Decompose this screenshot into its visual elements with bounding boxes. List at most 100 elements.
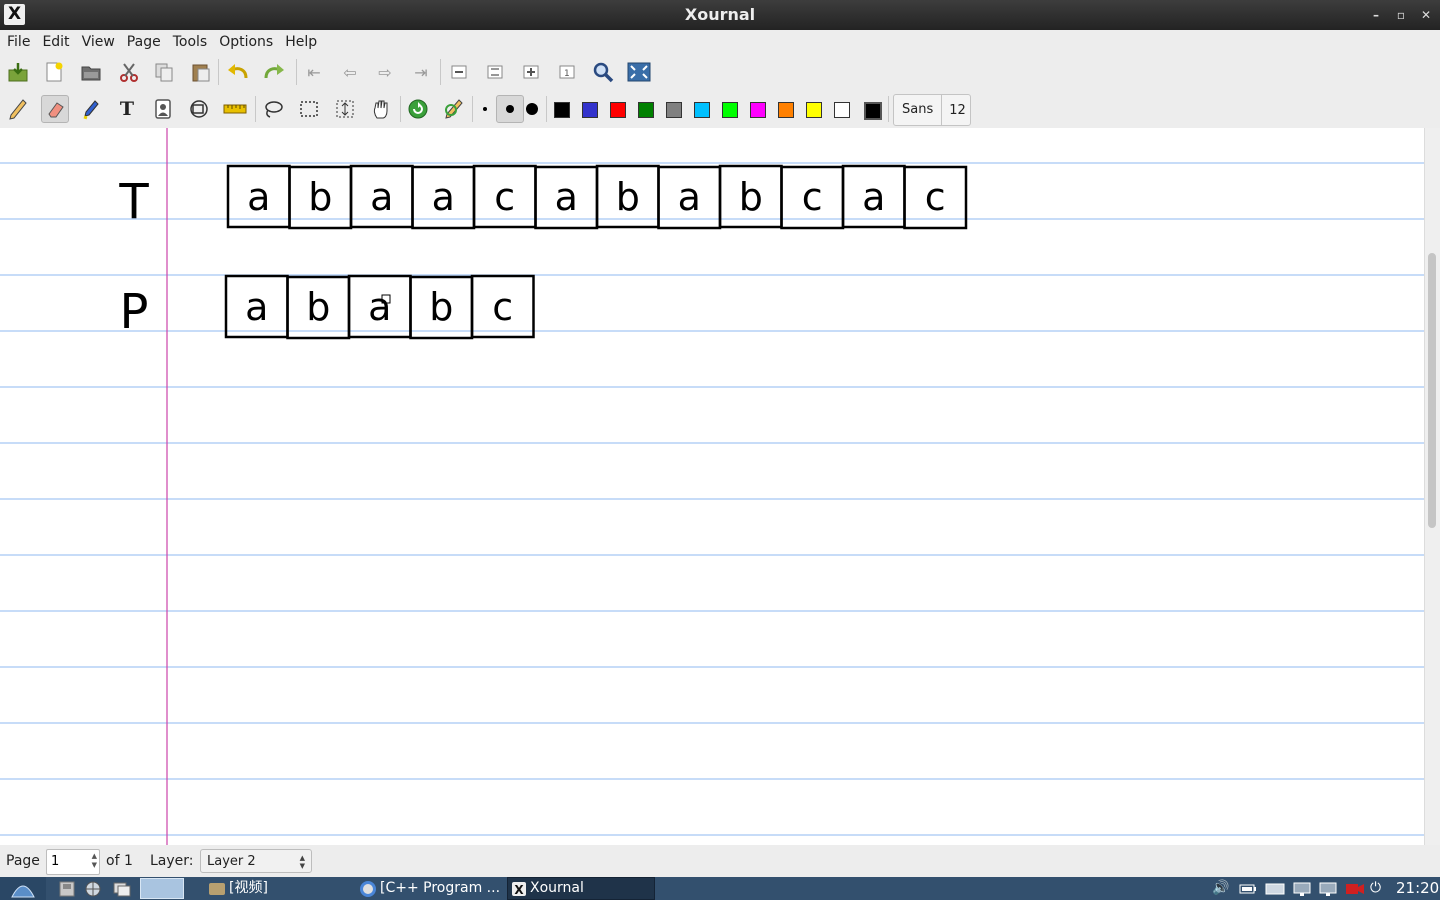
minimize-icon[interactable]: –	[1366, 0, 1386, 30]
undo-button[interactable]	[224, 58, 252, 86]
network-icon[interactable]	[1292, 877, 1312, 900]
vertical-space-tool[interactable]	[331, 95, 359, 123]
page-drawing[interactable]: Ta b a a c a b a b c a cP a b a b c	[0, 128, 1425, 845]
thin-dot-icon	[483, 107, 487, 111]
menu-options[interactable]: Options	[213, 30, 279, 54]
keyboard-icon[interactable]	[1265, 877, 1285, 900]
thickness-thick-button[interactable]	[518, 95, 546, 123]
thickness-thin-button[interactable]	[471, 95, 499, 123]
layer-select[interactable]: Layer 2 ▲ ▼	[200, 849, 312, 873]
dropdown-arrows-icon: ▲ ▼	[299, 854, 305, 870]
display-icon[interactable]	[1318, 877, 1338, 900]
menu-view[interactable]: View	[76, 30, 121, 54]
maximize-icon[interactable]: ▫	[1391, 0, 1411, 30]
launcher-file-manager[interactable]	[58, 877, 76, 900]
color-swatch-5[interactable]	[694, 102, 710, 118]
launcher-browser[interactable]	[84, 877, 102, 900]
canvas-area[interactable]: TabaacababcacPababc	[0, 128, 1440, 845]
color-swatch-3[interactable]	[638, 102, 654, 118]
highlighter-tool[interactable]	[77, 95, 105, 123]
zoom-fit-button[interactable]	[481, 58, 509, 86]
next-page-button[interactable]: ⇨	[371, 58, 399, 86]
array-cell-char: c	[492, 285, 513, 329]
image-tool[interactable]	[149, 95, 177, 123]
color-swatch-10[interactable]	[834, 102, 850, 118]
open-button[interactable]	[77, 58, 105, 86]
menu-page[interactable]: Page	[121, 30, 167, 54]
page-spinner[interactable]: ▲▼	[46, 849, 100, 875]
folder-icon	[209, 882, 225, 895]
scrollbar-thumb[interactable]	[1428, 253, 1436, 528]
toolbar-separator	[888, 96, 889, 122]
cut-button[interactable]	[115, 58, 143, 86]
shape-recognizer-tool[interactable]	[185, 95, 213, 123]
array-cell-char: b	[616, 175, 640, 219]
taskbar-item-folder[interactable]: [视频]	[205, 877, 349, 900]
record-icon[interactable]	[1345, 877, 1365, 900]
fullscreen-button[interactable]	[625, 58, 653, 86]
ruler-tool[interactable]	[221, 95, 249, 123]
start-menu-button[interactable]	[0, 877, 46, 900]
save-button[interactable]	[4, 58, 32, 86]
color-swatch-0[interactable]	[554, 102, 570, 118]
menu-edit[interactable]: Edit	[36, 30, 75, 54]
color-swatch-9[interactable]	[806, 102, 822, 118]
current-color-button[interactable]	[864, 102, 882, 120]
toolbar-separator	[440, 59, 441, 85]
copy-button[interactable]	[150, 58, 178, 86]
hand-tool[interactable]	[367, 95, 395, 123]
spinner-arrows-icon[interactable]: ▲ ▼	[92, 852, 97, 870]
toolbar-separator	[255, 96, 256, 122]
chrome-icon	[360, 880, 376, 897]
close-icon[interactable]: ✕	[1416, 0, 1436, 30]
open-folder-icon	[81, 66, 101, 81]
paste-button[interactable]	[187, 58, 215, 86]
taskbar-item-chrome[interactable]: [C++ Program ...	[356, 877, 508, 900]
font-selector[interactable]: Sans 12	[893, 94, 971, 126]
default-tool[interactable]	[404, 95, 432, 123]
note-page[interactable]: TabaacababcacPababc	[0, 128, 1425, 845]
zoom-out-button[interactable]	[445, 58, 473, 86]
zoom-normal-icon: 1	[559, 65, 575, 79]
color-swatch-1[interactable]	[582, 102, 598, 118]
color-swatch-8[interactable]	[778, 102, 794, 118]
menu-tools[interactable]: Tools	[167, 30, 214, 54]
menu-help[interactable]: Help	[279, 30, 323, 54]
eraser-tool[interactable]	[41, 95, 69, 123]
zoom-in-button[interactable]	[517, 58, 545, 86]
start-menu-icon	[11, 885, 35, 897]
volume-icon[interactable]: 🔊	[1212, 877, 1229, 900]
array-cell-char: b	[739, 175, 763, 219]
prev-page-button[interactable]: ⇦	[336, 58, 364, 86]
task-label: [视频]	[229, 880, 268, 896]
xournal-x-icon: X	[512, 881, 526, 897]
redo-button[interactable]	[260, 58, 288, 86]
battery-icon[interactable]	[1239, 877, 1257, 900]
color-swatch-7[interactable]	[750, 102, 766, 118]
pen-tool[interactable]	[4, 95, 32, 123]
array-cell-char: a	[555, 175, 578, 219]
zoom-set-button[interactable]	[589, 58, 617, 86]
vertical-scrollbar[interactable]	[1424, 128, 1440, 845]
default-pen[interactable]	[440, 95, 468, 123]
workspace-pager[interactable]	[140, 878, 184, 899]
launcher-desktop[interactable]	[112, 877, 132, 900]
power-icon[interactable]: ⏻	[1370, 877, 1381, 900]
color-swatch-2[interactable]	[610, 102, 626, 118]
taskbar-item-xournal[interactable]: X Xournal	[507, 877, 655, 900]
globe-icon	[85, 881, 101, 896]
color-swatch-4[interactable]	[666, 102, 682, 118]
select-rectangle-tool[interactable]	[295, 95, 323, 123]
last-page-button[interactable]: ⇥	[407, 58, 435, 86]
menu-file[interactable]: File	[1, 30, 36, 54]
paste-icon	[192, 64, 210, 82]
zoom-100-button[interactable]: 1	[553, 58, 581, 86]
first-page-button[interactable]: ⇤	[300, 58, 328, 86]
text-tool[interactable]: T	[113, 95, 141, 123]
color-swatch-6[interactable]	[722, 102, 738, 118]
new-button[interactable]	[40, 58, 68, 86]
page-number-input[interactable]	[47, 850, 91, 872]
select-rectangle-icon	[300, 101, 318, 117]
select-region-tool[interactable]	[259, 95, 287, 123]
layer-value: Layer 2	[207, 854, 256, 869]
